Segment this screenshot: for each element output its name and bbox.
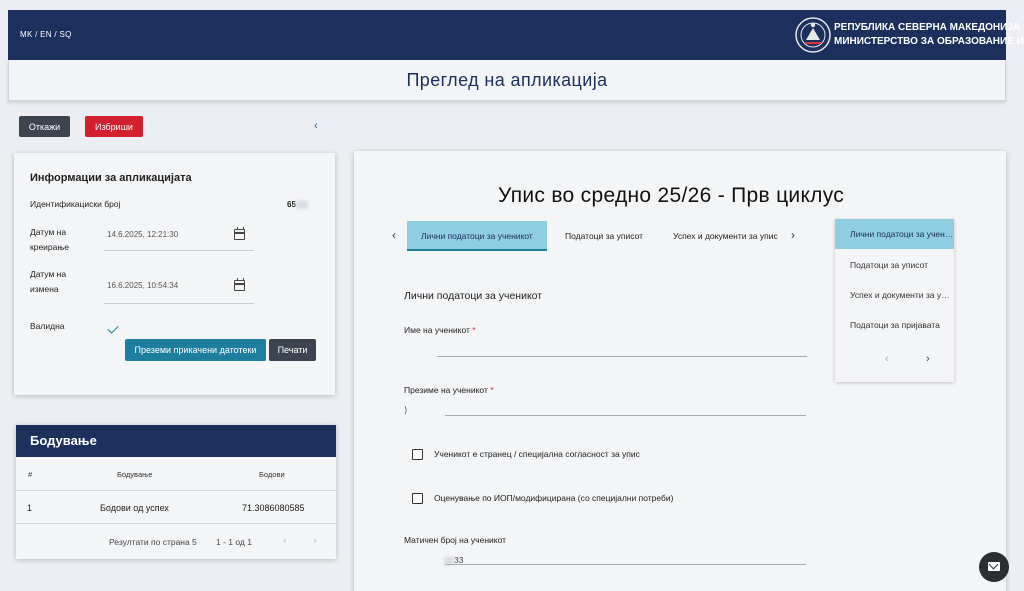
page-range: 1 - 1 од 1 (216, 537, 252, 547)
application-info-card: Информации за апликацијата Идентификацис… (14, 153, 335, 395)
print-button[interactable]: Печати (269, 339, 316, 361)
text-cursor: ⟩ (404, 405, 408, 415)
checkmark-icon (107, 322, 119, 334)
language-switcher[interactable]: MK / EN / SQ (20, 30, 72, 39)
scoring-card: Бодување # Бодување Бодови 1 Бодови од у… (16, 425, 336, 559)
tabs-next-icon[interactable]: › (791, 228, 795, 242)
created-value: 14.6.2025, 12:21:30 (107, 230, 179, 239)
delete-button[interactable]: Избриши (85, 116, 143, 137)
first-name-input[interactable] (437, 356, 807, 357)
coat-of-arms-icon (795, 17, 831, 53)
last-name-input[interactable] (445, 415, 806, 416)
id-value: 65 (287, 200, 308, 209)
required-mark: * (490, 385, 494, 395)
column-header: Бодови (259, 470, 285, 479)
step-enrollment-data[interactable]: Податоци за уписот (835, 250, 954, 280)
row-name: Бодови од успех (100, 503, 169, 513)
valid-label: Валидна (30, 321, 65, 331)
column-header: # (28, 470, 33, 479)
stepper-panel: Лични податоци за ученикот Податоци за у… (835, 219, 954, 382)
calendar-icon[interactable] (234, 227, 245, 240)
info-title: Информации за апликацијата (30, 172, 192, 184)
republic-label: РЕПУБЛИКА СЕВЕРНА МАКЕДОНИЈА (834, 22, 1021, 33)
embg-underline (445, 564, 806, 565)
scoring-title: Бодување (16, 425, 336, 457)
next-page-icon[interactable]: › (313, 535, 317, 547)
step-application-data[interactable]: Податоци за пријавата (835, 310, 954, 340)
embg-label: Матичен број на ученикот (404, 535, 507, 545)
divider (16, 490, 336, 491)
per-page-label: Резултати по страна (109, 537, 190, 547)
row-number: 1 (27, 503, 33, 513)
tabs-prev-icon[interactable]: ‹ (392, 228, 396, 242)
ministry-name: РЕПУБЛИКА СЕВЕРНА МАКЕДОНИЈА МИНИСТЕРСТВ… (834, 21, 1024, 49)
id-value-text: 65 (287, 200, 296, 209)
title-bar: Преглед на апликација (8, 60, 1006, 101)
tab-enrollment-data[interactable]: Податоци за уписот (565, 221, 643, 251)
form-title: Упис во средно 25/26 - Прв циклус (498, 184, 845, 207)
ministry-label: МИНИСТЕРСТВО ЗА ОБРАЗОВАНИЕ И НАУКА (834, 36, 1024, 47)
stepper-prev-icon[interactable]: ‹ (885, 353, 889, 365)
first-name-label: Име на ученикот * (404, 325, 476, 335)
stepper-next-icon[interactable]: › (926, 353, 930, 365)
modified-underline (104, 303, 254, 304)
last-name-label-text: Презиме на ученикот (404, 385, 488, 395)
redaction-blur (295, 200, 308, 209)
modified-value: 16.6.2025, 10:54:34 (107, 281, 179, 290)
top-bar: MK / EN / SQ РЕПУБЛИКА СЕВЕРНА МАКЕДОНИЈ… (8, 10, 1024, 60)
prev-page-icon[interactable]: ‹ (283, 535, 287, 547)
tab-personal-data[interactable]: Лични податоци за ученикот (407, 221, 547, 251)
modified-label: Датум на измена (30, 269, 67, 294)
column-header: Бодување (117, 470, 153, 479)
step-personal-data[interactable]: Лични податоци за ученикот (835, 219, 954, 249)
per-page-select[interactable]: 5 (192, 537, 197, 547)
iop-label: Оценување по ИОП/модифицирана (со специј… (434, 493, 674, 503)
required-mark: * (472, 325, 476, 335)
row-points: 71.3086080585 (242, 503, 305, 513)
id-label: Идентификациски број (30, 199, 121, 209)
tab-grades-documents[interactable]: Успех и документи за упис (673, 221, 781, 251)
section-title: Лични податоци за ученикот (404, 290, 543, 302)
foreigner-label: Ученикот е странец / специјална согласно… (434, 449, 640, 459)
cancel-button[interactable]: Откажи (19, 116, 70, 137)
first-name-label-text: Име на ученикот (404, 325, 470, 335)
divider (16, 523, 336, 524)
iop-checkbox[interactable] (412, 493, 423, 504)
download-attachments-button[interactable]: Преземи прикачени датотеки (125, 339, 266, 361)
calendar-icon[interactable] (234, 278, 245, 291)
chevron-left-icon[interactable]: ‹ (314, 120, 318, 132)
created-label: Датум на креирање (30, 227, 70, 252)
last-name-label: Презиме на ученикот * (404, 385, 494, 395)
mail-icon[interactable] (979, 552, 1009, 582)
step-grades-documents[interactable]: Успех и документи за упис (835, 280, 954, 310)
created-underline (104, 250, 254, 251)
foreigner-checkbox[interactable] (412, 449, 423, 460)
page-title: Преглед на апликација (406, 70, 608, 90)
